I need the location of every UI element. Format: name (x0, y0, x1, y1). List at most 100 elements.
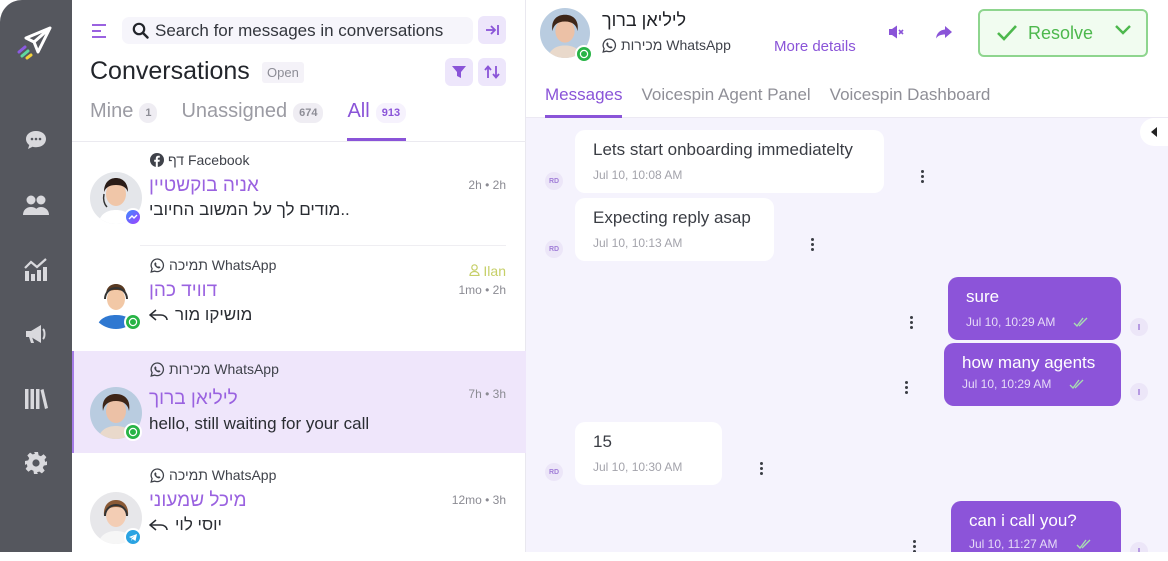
double-check-icon (1076, 539, 1090, 549)
tab-count: 913 (375, 103, 407, 123)
collapse-panel-button[interactable] (478, 16, 506, 44)
double-check-icon (1069, 379, 1084, 389)
gear-icon (25, 452, 47, 474)
assignee-label: Ilan (468, 263, 506, 279)
contact-name: ליליאן ברוך (149, 388, 238, 409)
message-text: 15 (593, 432, 612, 451)
conversation-item[interactable]: תמיכה WhatsApp Ilan דוויד כהן 1mo • 2h מ… (72, 247, 526, 351)
sender-avatar: RD (545, 172, 563, 190)
tab-unassigned[interactable]: Unassigned 674 (181, 100, 324, 142)
tab-voicespin-agent-panel[interactable]: Voicespin Agent Panel (641, 85, 810, 118)
facebook-icon (150, 153, 164, 167)
resolve-button[interactable]: Resolve (978, 9, 1148, 57)
megaphone-icon (26, 325, 46, 343)
conversation-item[interactable]: תמיכה WhatsApp מיכל שמעוני 12mo • 3h יוס… (72, 457, 526, 561)
message-meta: Jul 10, 10:29 AM (966, 315, 1103, 329)
whatsapp-icon (150, 361, 165, 377)
expand-sidebar-button[interactable] (1140, 118, 1168, 146)
chart-icon (24, 258, 47, 281)
message-preview: hello, still waiting for your call (149, 414, 369, 434)
check-icon (997, 25, 1017, 41)
conversation-tabs: Mine 1 Unassigned 674 All 913 (90, 100, 430, 142)
whatsapp-icon (128, 317, 138, 327)
channel-label: תמיכה WhatsApp (169, 257, 277, 273)
conversations-title: Conversations (90, 57, 250, 85)
whatsapp-badge (124, 313, 142, 331)
divider (140, 245, 506, 246)
tab-messages[interactable]: Messages (545, 85, 623, 118)
conversation-channel: מכירות WhatsApp (150, 361, 279, 377)
message-menu-button[interactable] (909, 316, 913, 329)
conversation-header: ליליאן ברוך מכירות WhatsApp More details… (526, 0, 1168, 118)
message-menu-button[interactable] (920, 170, 924, 183)
message-thread[interactable]: Lets start onboarding immediatelty Jul 1… (526, 118, 1168, 552)
reply-icon (149, 519, 168, 531)
users-icon (23, 195, 49, 215)
message-menu-button[interactable] (810, 238, 814, 251)
nav-contacts[interactable] (22, 191, 50, 219)
mute-button[interactable] (887, 22, 907, 42)
whatsapp-icon (128, 427, 138, 437)
tab-count: 674 (293, 103, 324, 123)
tab-mine[interactable]: Mine 1 (90, 100, 158, 142)
channel-label: מכירות WhatsApp (169, 361, 279, 377)
contact-name: מיכל שמעוני (149, 490, 247, 511)
whatsapp-badge (575, 45, 593, 63)
agent-avatar (1130, 318, 1148, 336)
telegram-badge (124, 528, 142, 546)
conversation-time: 2h • 2h (468, 178, 506, 192)
arrow-to-right-icon (486, 25, 499, 35)
tab-voicespin-dashboard[interactable]: Voicespin Dashboard (830, 85, 991, 118)
assignee-name: Ilan (483, 263, 506, 279)
channel-label: מכירות WhatsApp (621, 37, 731, 53)
sender-avatar: RD (545, 240, 563, 258)
contact-channel: מכירות WhatsApp (602, 37, 731, 53)
conversation-time: 7h • 3h (468, 387, 506, 401)
nav-reports[interactable] (22, 256, 50, 284)
contact-name: אניה בוקשטיין (149, 175, 259, 196)
tab-all[interactable]: All 913 (347, 100, 407, 142)
preview-text: hello, still waiting for your call (149, 414, 370, 433)
message-text: sure (966, 287, 1000, 306)
paper-plane-logo-icon[interactable] (16, 22, 56, 62)
whatsapp-icon (150, 467, 165, 483)
forward-button[interactable] (934, 22, 954, 42)
message-time: Jul 10, 10:29 AM (966, 315, 1056, 329)
search-icon (132, 22, 149, 39)
status-filter-badge[interactable]: Open (262, 62, 304, 83)
message-preview: מודים לך על המשוב החיובי.. (149, 200, 350, 220)
nav-campaigns[interactable] (22, 320, 50, 348)
preview-text: מושיקו מור (175, 305, 253, 324)
message-preview: יוסי לוי (149, 515, 222, 535)
menu-icon[interactable] (92, 24, 108, 38)
contact-name: דוויד כהן (149, 280, 218, 301)
channel-label: תמיכה WhatsApp (169, 467, 277, 483)
tab-label: Mine (90, 100, 134, 122)
conversation-time: 12mo • 3h (451, 493, 506, 507)
message-menu-button[interactable] (912, 540, 916, 552)
message-menu-button[interactable] (759, 462, 763, 475)
conversation-panel: ליליאן ברוך מכירות WhatsApp More details… (526, 0, 1168, 552)
conversation-item[interactable]: דף Facebook אניה בוקשטיין 2h • 2h מודים … (72, 142, 526, 246)
message-meta: Jul 10, 11:27 AM (969, 537, 1103, 551)
incoming-message: Expecting reply asap Jul 10, 10:13 AM (575, 198, 774, 261)
message-text: Lets start onboarding immediatelty (593, 140, 853, 159)
messenger-badge (124, 208, 142, 226)
message-menu-button[interactable] (904, 381, 908, 394)
nav-conversations[interactable] (22, 126, 50, 154)
sort-button[interactable] (478, 58, 506, 86)
more-details-link[interactable]: More details (774, 38, 856, 55)
search-input[interactable] (155, 20, 465, 41)
conversation-tabs: Messages Voicespin Agent Panel Voicespin… (545, 85, 990, 118)
nav-library[interactable] (22, 385, 50, 413)
sort-icon (484, 65, 500, 79)
conversation-channel: תמיכה WhatsApp (150, 257, 276, 273)
search-box[interactable] (122, 17, 473, 44)
conversation-item-selected[interactable]: מכירות WhatsApp ליליאן ברוך 7h • 3h hell… (72, 351, 526, 453)
incoming-message: 15 Jul 10, 10:30 AM (575, 422, 722, 485)
nav-settings[interactable] (22, 449, 50, 477)
filter-button[interactable] (445, 58, 473, 86)
app-sidebar (0, 0, 72, 552)
whatsapp-icon (602, 37, 617, 53)
chevron-down-icon[interactable] (1114, 23, 1132, 37)
